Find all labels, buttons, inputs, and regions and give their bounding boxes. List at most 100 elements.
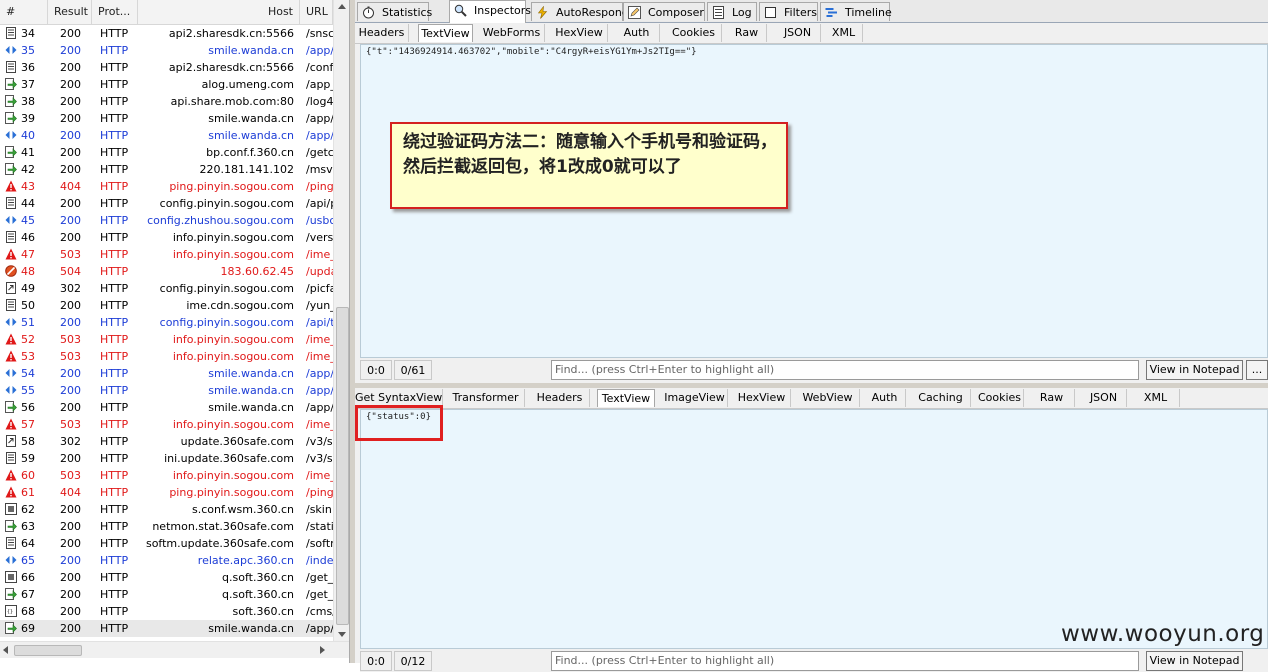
session-row[interactable]: 63 200 HTTP netmon.stat.360safe.com/stati xyxy=(0,518,333,535)
session-row[interactable]: 65200HTTPrelate.apc.360.cn/index xyxy=(0,552,333,569)
column-header-result[interactable]: Result xyxy=(48,0,92,24)
request-tab-cookies[interactable]: Cookies xyxy=(666,24,722,42)
tab-inspectors[interactable]: Inspectors xyxy=(449,0,531,23)
session-row[interactable]: 61404HTTPping.pinyin.sogou.com/pingl xyxy=(0,484,333,501)
session-row[interactable]: 43404HTTPping.pinyin.sogou.com/pingl xyxy=(0,178,333,195)
sessions-horizontal-scrollbar[interactable] xyxy=(0,641,349,658)
session-row[interactable]: 50 200 HTTP ime.cdn.sogou.com/yun_ xyxy=(0,297,333,314)
request-tab-raw[interactable]: Raw xyxy=(727,24,767,42)
session-row[interactable]: 47 503 HTTP info.pinyin.sogou.com/ime_ xyxy=(0,246,333,263)
session-result: 503 xyxy=(60,333,81,346)
request-tab-webforms[interactable]: WebForms xyxy=(479,24,545,42)
blocked-icon xyxy=(5,265,17,277)
request-tab-headers[interactable]: Headers xyxy=(355,24,409,42)
session-number: 56 xyxy=(21,401,35,414)
response-tab-webview[interactable]: WebView xyxy=(796,389,860,407)
request-tab-xml[interactable]: XML xyxy=(825,24,863,42)
tab-log[interactable]: Log xyxy=(707,2,757,21)
sessions-vertical-scrollbar[interactable] xyxy=(333,0,349,641)
tab-timeline[interactable]: Timeline xyxy=(820,2,892,21)
request-find-input[interactable]: Find... (press Ctrl+Enter to highlight a… xyxy=(551,360,1139,380)
session-row[interactable]: {} 68 200 HTTP soft.360.cn/cms/ xyxy=(0,603,333,620)
session-url: /app/ xyxy=(306,401,333,414)
column-header-host[interactable]: Host xyxy=(138,0,300,24)
session-row[interactable]: 60 503 HTTP info.pinyin.sogou.com/ime_ xyxy=(0,467,333,484)
session-row[interactable]: 39 200 HTTP smile.wanda.cn/app/ xyxy=(0,110,333,127)
session-row[interactable]: 42200HTTP220.181.141.102/msvc xyxy=(0,161,333,178)
response-tab-auth[interactable]: Auth xyxy=(864,389,906,407)
session-row[interactable]: 55 200 HTTP smile.wanda.cn/app/ xyxy=(0,382,333,399)
request-inspector-tabs: Headers TextView WebForms HexView Auth Cookie… xyxy=(355,23,1268,44)
session-row[interactable]: 45 200 HTTP config.zhushou.sogou.com/usbc xyxy=(0,212,333,229)
session-row[interactable]: 58 302 HTTP update.360safe.com/v3/s xyxy=(0,433,333,450)
session-result: 200 xyxy=(60,78,81,91)
session-host: info.pinyin.sogou.com xyxy=(172,333,294,346)
session-row[interactable]: 69 200 HTTP smile.wanda.cn/app/ xyxy=(0,620,333,637)
response-view-in-notepad-button[interactable]: View in Notepad xyxy=(1146,651,1243,671)
tab-filters[interactable]: Filters xyxy=(759,2,818,21)
response-tab-textview[interactable]: TextView xyxy=(597,389,655,407)
scroll-down-icon[interactable] xyxy=(338,632,346,637)
session-row[interactable]: 34 200 HTTP api2.sharesdk.cn:5566/snsc xyxy=(0,25,333,42)
session-row[interactable]: 38 200 HTTP api.share.mob.com:80/log4 xyxy=(0,93,333,110)
session-row[interactable]: 37 200 HTTP alog.umeng.com/app_ xyxy=(0,76,333,93)
session-host: info.pinyin.sogou.com xyxy=(172,231,294,244)
session-number: 55 xyxy=(21,384,35,397)
session-row[interactable]: 51 200 HTTP config.pinyin.sogou.com/api/t xyxy=(0,314,333,331)
session-row[interactable]: 35 200 HTTP smile.wanda.cn/app/ xyxy=(0,42,333,59)
scroll-thumb[interactable] xyxy=(336,307,349,625)
session-row[interactable]: 46 200 HTTP info.pinyin.sogou.com/vers xyxy=(0,229,333,246)
scroll-right-icon[interactable] xyxy=(320,646,325,654)
column-header-number[interactable]: # xyxy=(0,0,48,24)
scroll-up-icon[interactable] xyxy=(338,4,346,9)
response-tab-headers[interactable]: Headers xyxy=(530,389,590,407)
request-tab-json[interactable]: JSON xyxy=(775,24,821,42)
session-row[interactable]: 54 200 HTTP smile.wanda.cn/app/ xyxy=(0,365,333,382)
request-tab-hexview[interactable]: HexView xyxy=(551,24,608,42)
request-tab-textview[interactable]: TextView xyxy=(418,24,473,42)
tab-composer[interactable]: Composer xyxy=(623,2,705,21)
session-row[interactable]: 59 200 HTTP ini.update.360safe.com/v3/s xyxy=(0,450,333,467)
session-row[interactable]: 57 503 HTTP info.pinyin.sogou.com/ime_ xyxy=(0,416,333,433)
response-tab-raw[interactable]: Raw xyxy=(1029,389,1075,407)
session-row[interactable]: 64 200 HTTP softm.update.360safe.com/softr xyxy=(0,535,333,552)
request-tab-auth[interactable]: Auth xyxy=(614,24,660,42)
response-tab-transformer[interactable]: Transformer xyxy=(447,389,525,407)
session-row[interactable]: 44200HTTPconfig.pinyin.sogou.com/api/p xyxy=(0,195,333,212)
scroll-thumb-horizontal[interactable] xyxy=(14,645,82,656)
sessions-header: # Result Prot... Host URL xyxy=(0,0,333,25)
response-find-input[interactable]: Find... (press Ctrl+Enter to highlight a… xyxy=(551,651,1139,671)
tab-statistics[interactable]: Statistics xyxy=(357,2,432,21)
response-tab-xml[interactable]: XML xyxy=(1132,389,1180,407)
column-header-url[interactable]: URL xyxy=(300,0,333,24)
request-view-in-notepad-button[interactable]: View in Notepad xyxy=(1146,360,1243,380)
session-row[interactable]: 41 200 HTTP bp.conf.f.360.cn/getc xyxy=(0,144,333,161)
request-more-button[interactable]: ... xyxy=(1246,360,1268,380)
session-row[interactable]: 40 200 HTTP smile.wanda.cn/app/ xyxy=(0,127,333,144)
session-result: 200 xyxy=(60,214,81,227)
scroll-left-icon[interactable] xyxy=(3,646,8,654)
response-textview[interactable]: {"status":0} xyxy=(360,409,1268,649)
session-row[interactable]: 52 503 HTTP info.pinyin.sogou.com/ime_ xyxy=(0,331,333,348)
session-row[interactable]: 36 200 HTTP api2.sharesdk.cn:5566/conf xyxy=(0,59,333,76)
response-tab-hexview[interactable]: HexView xyxy=(733,389,791,407)
session-result: 200 xyxy=(60,27,81,40)
session-row[interactable]: 66 200 HTTP q.soft.360.cn/get_ xyxy=(0,569,333,586)
session-row[interactable]: 56 200 HTTP smile.wanda.cn/app/ xyxy=(0,399,333,416)
session-row[interactable]: 49302HTTPconfig.pinyin.sogou.com/picfa xyxy=(0,280,333,297)
session-result: 200 xyxy=(60,503,81,516)
tab-autoresponder[interactable]: AutoResponder xyxy=(531,2,640,21)
arrow-icon xyxy=(5,401,17,413)
response-tab-imageview[interactable]: ImageView xyxy=(662,389,728,407)
magnifier-icon xyxy=(454,4,467,17)
response-tab-json[interactable]: JSON xyxy=(1081,389,1127,407)
response-tab-caching[interactable]: Caching xyxy=(911,389,971,407)
session-number: 34 xyxy=(21,27,35,40)
session-result: 200 xyxy=(60,163,81,176)
session-row[interactable]: 67 200 HTTP q.soft.360.cn/get_ xyxy=(0,586,333,603)
session-row[interactable]: 53 503 HTTP info.pinyin.sogou.com/ime_ xyxy=(0,348,333,365)
session-row[interactable]: 62 200 HTTP s.conf.wsm.360.cn/skin. xyxy=(0,501,333,518)
column-header-protocol[interactable]: Prot... xyxy=(92,0,138,24)
response-tab-cookies[interactable]: Cookies xyxy=(976,389,1024,407)
session-row[interactable]: 48504HTTP183.60.62.45/upda xyxy=(0,263,333,280)
